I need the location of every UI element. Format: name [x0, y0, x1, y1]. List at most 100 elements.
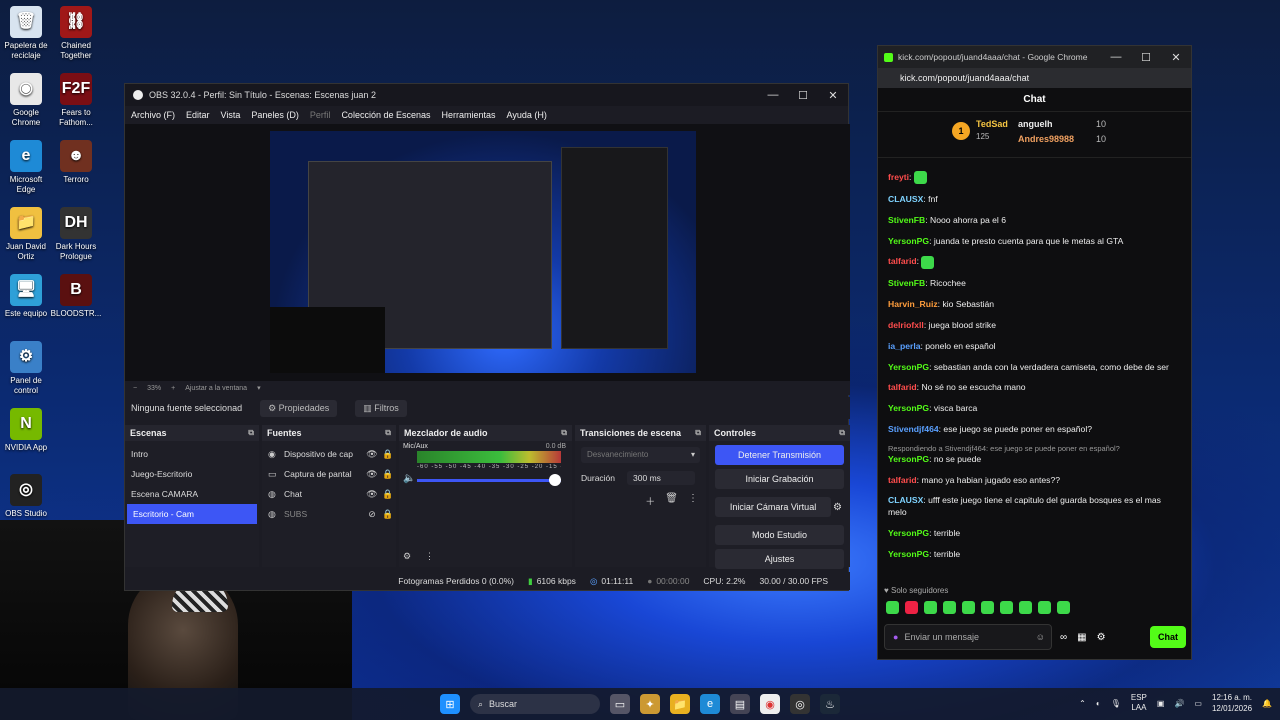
menu-vista[interactable]: Vista: [221, 110, 241, 120]
chat-username[interactable]: freyti: [888, 172, 909, 182]
chat-username[interactable]: StivenFB: [888, 278, 925, 288]
chat-send-button[interactable]: Chat: [1150, 626, 1186, 648]
scene-item[interactable]: Juego-Escritorio: [125, 464, 259, 484]
desktop-icon[interactable]: ◎ OBS Studio: [0, 474, 52, 519]
menu-archivo[interactable]: Archivo (F): [131, 110, 175, 120]
settings-button[interactable]: Ajustes: [715, 549, 844, 569]
maximize-button[interactable]: ☐: [1131, 51, 1161, 64]
source-item[interactable]: ◍ SUBS ⊘ 🔒: [262, 504, 396, 524]
steam-icon[interactable]: ♨: [820, 694, 840, 714]
chat-username[interactable]: talfarid: [888, 256, 917, 266]
network-icon[interactable]: ▣: [1157, 699, 1165, 708]
scene-item[interactable]: Escena CAMARA: [125, 484, 259, 504]
stop-stream-button[interactable]: Detener Transmisión: [715, 445, 844, 465]
emote-icon[interactable]: [924, 601, 937, 614]
eye-hidden-icon[interactable]: ⊘: [364, 509, 380, 520]
eye-icon[interactable]: 👁: [364, 469, 380, 480]
chat-username[interactable]: YersonPG: [888, 528, 929, 538]
desktop-icon[interactable]: 🗑 Papelera de reciclaje: [0, 6, 52, 61]
eye-icon[interactable]: 👁: [364, 449, 380, 460]
chat-username[interactable]: Stivendjf464: [888, 424, 939, 434]
chat-username[interactable]: CLAUSX: [888, 495, 923, 505]
emoji-icon[interactable]: ☺: [1036, 632, 1045, 642]
chrome-url-bar[interactable]: kick.com/popout/juand4aaa/chat: [878, 68, 1191, 88]
store-icon[interactable]: ▤: [730, 694, 750, 714]
chat-username[interactable]: CLAUSX: [888, 194, 923, 204]
source-item[interactable]: ▭ Captura de pantal 👁 🔒: [262, 464, 396, 484]
popout-icon[interactable]: ⧉: [385, 428, 391, 438]
studio-mode-button[interactable]: Modo Estudio: [715, 525, 844, 545]
desktop-icon[interactable]: F2F Fears to Fathom...: [50, 73, 102, 128]
desktop-icon[interactable]: 🖥 Este equipo: [0, 274, 52, 319]
menu-ayuda[interactable]: Ayuda (H): [507, 110, 547, 120]
emote-icon[interactable]: [1000, 601, 1013, 614]
language-indicator[interactable]: ESP LAA: [1131, 693, 1147, 713]
duration-input[interactable]: 300 ms: [627, 471, 696, 485]
chat-username[interactable]: YersonPG: [888, 403, 929, 413]
chat-username[interactable]: YersonPG: [888, 549, 929, 559]
chevron-up-icon[interactable]: ⌃: [1079, 699, 1086, 708]
emote-icon[interactable]: [886, 601, 899, 614]
popout-icon[interactable]: ⧉: [248, 428, 254, 438]
chat-username[interactable]: Harvin_Ruiz: [888, 299, 938, 309]
mixer-settings-icon[interactable]: ⚙: [403, 551, 411, 562]
desktop-icon[interactable]: ⛓ Chained Together: [50, 6, 102, 61]
minimize-button[interactable]: —: [1101, 51, 1131, 64]
desktop-icon[interactable]: DH Dark Hours Prologue: [50, 207, 102, 262]
chat-username[interactable]: delriofxll: [888, 320, 924, 330]
chat-username[interactable]: YersonPG: [888, 236, 929, 246]
notifications-icon[interactable]: 🔔: [1262, 699, 1272, 708]
lock-icon[interactable]: 🔒: [380, 449, 396, 460]
gear-icon[interactable]: ⚙: [833, 502, 842, 513]
menu-coleccion[interactable]: Colección de Escenas: [341, 110, 430, 120]
volume-slider-knob[interactable]: [549, 474, 561, 486]
emote-icon[interactable]: [962, 601, 975, 614]
add-icon[interactable]: ＋: [645, 493, 655, 508]
lock-icon[interactable]: 🔒: [380, 489, 396, 500]
filters-button[interactable]: ▥ Filtros: [355, 399, 407, 417]
speaker-icon[interactable]: 🔈: [403, 473, 415, 484]
menu-herramientas[interactable]: Herramientas: [442, 110, 496, 120]
emote-icon[interactable]: [1038, 601, 1051, 614]
lock-icon[interactable]: 🔒: [380, 469, 396, 480]
menu-perfil[interactable]: Perfil: [310, 110, 331, 120]
desktop-icon[interactable]: ☻ Terroro: [50, 140, 102, 185]
tray-app-icon[interactable]: ◐: [1096, 699, 1101, 708]
clock[interactable]: 12:16 a. m. 12/01/2026: [1212, 692, 1252, 714]
file-explorer-icon[interactable]: 📁: [670, 694, 690, 714]
more-options-icon[interactable]: ⋮: [688, 493, 698, 508]
start-recording-button[interactable]: Iniciar Grabación: [715, 469, 844, 489]
maximize-button[interactable]: ☐: [788, 89, 818, 102]
emote-icon[interactable]: [905, 601, 918, 614]
more-options-icon[interactable]: ⋮: [425, 551, 434, 562]
battery-icon[interactable]: ▭: [1194, 699, 1202, 708]
desktop-icon[interactable]: e Microsoft Edge: [0, 140, 52, 195]
chat-username[interactable]: StivenFB: [888, 215, 925, 225]
volume-slider[interactable]: [417, 479, 561, 482]
emote-icon[interactable]: [981, 601, 994, 614]
close-button[interactable]: ✕: [818, 89, 848, 102]
source-item[interactable]: ◉ Dispositivo de cap 👁 🔒: [262, 444, 396, 464]
eye-icon[interactable]: 👁: [364, 489, 380, 500]
emote-icon[interactable]: [1019, 601, 1032, 614]
virtual-camera-button[interactable]: Iniciar Cámara Virtual: [715, 497, 832, 517]
minimize-button[interactable]: —: [758, 89, 788, 102]
desktop-icon[interactable]: 📁 Juan David Ortiz: [0, 207, 52, 262]
close-button[interactable]: ✕: [1161, 51, 1191, 64]
windows-start-icon[interactable]: ⊞: [440, 694, 460, 714]
menu-paneles[interactable]: Paneles (D): [251, 110, 299, 120]
edge-icon[interactable]: e: [700, 694, 720, 714]
chat-username[interactable]: YersonPG: [888, 454, 929, 464]
chat-username[interactable]: talfarid: [888, 475, 917, 485]
chevron-down-icon[interactable]: ▾: [257, 384, 261, 392]
fit-window-button[interactable]: Ajustar a la ventana: [185, 385, 247, 392]
lock-icon[interactable]: 🔒: [380, 509, 396, 520]
properties-button[interactable]: ⚙ Propiedades: [260, 399, 338, 417]
copilot-icon[interactable]: ✦: [640, 694, 660, 714]
microphone-icon[interactable]: 🎙: [1111, 699, 1121, 708]
transition-select[interactable]: Desvanecimiento ▾: [581, 447, 700, 463]
desktop-icon[interactable]: ⚙ Panel de control: [0, 341, 52, 396]
chat-username[interactable]: talfarid: [888, 382, 917, 392]
source-item[interactable]: ◍ Chat 👁 🔒: [262, 484, 396, 504]
scene-item[interactable]: Intro: [125, 444, 259, 464]
